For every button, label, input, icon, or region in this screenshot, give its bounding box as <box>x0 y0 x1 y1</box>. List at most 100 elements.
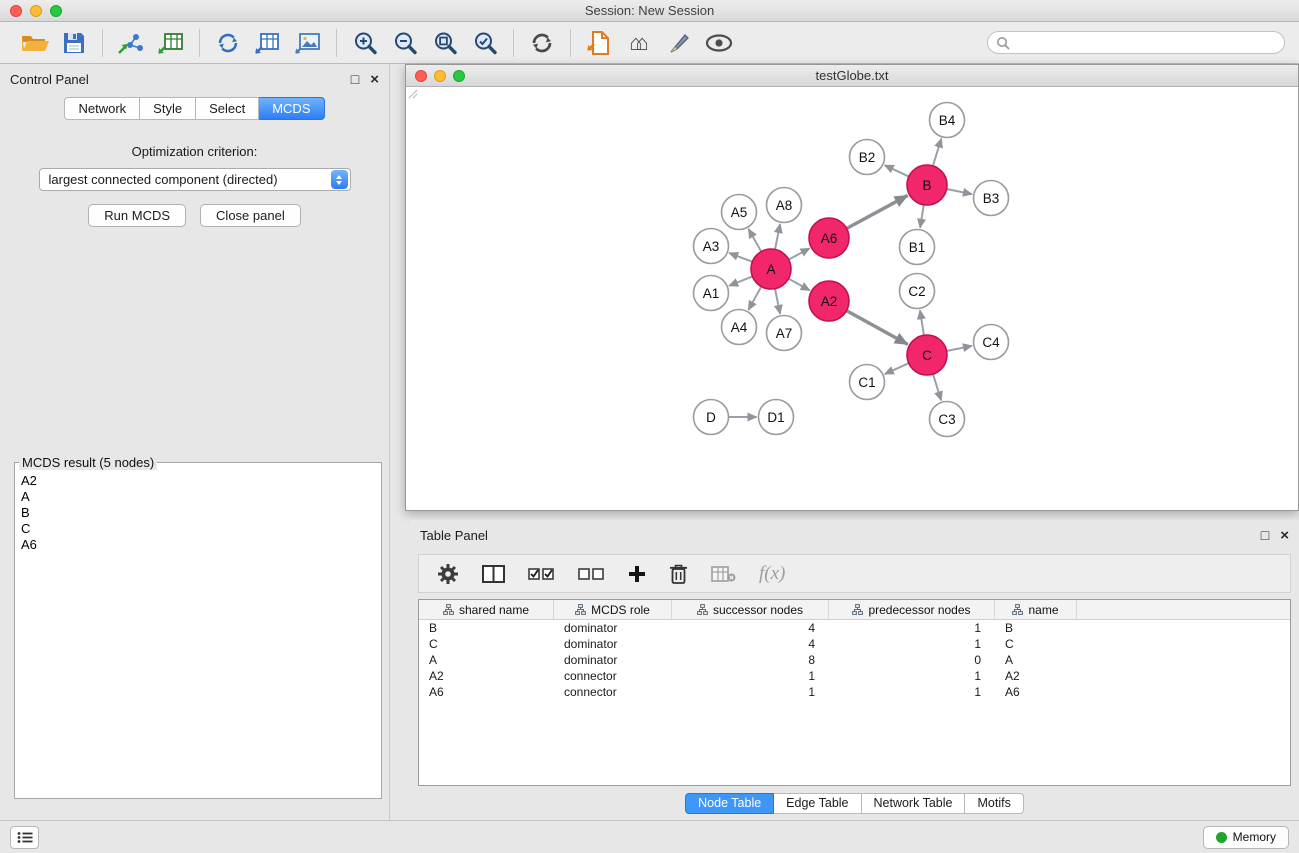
node-A3[interactable]: A3 <box>694 229 729 264</box>
node-A[interactable]: A <box>751 249 791 289</box>
zoom-selected-button[interactable] <box>465 26 505 60</box>
column-header-name[interactable]: name <box>995 600 1077 619</box>
node-C2[interactable]: C2 <box>900 274 935 309</box>
preview-button[interactable] <box>699 26 739 60</box>
export-image-button[interactable] <box>288 26 328 60</box>
node-A4[interactable]: A4 <box>722 310 757 345</box>
optimization-criterion-dropdown[interactable]: largest connected component (directed) <box>39 168 351 191</box>
zoom-fit-button[interactable] <box>425 26 465 60</box>
column-header-MCDS-role[interactable]: MCDS role <box>554 600 672 619</box>
edge-A-A2[interactable] <box>789 279 810 291</box>
edge-B-B4[interactable] <box>933 139 941 166</box>
save-session-button[interactable] <box>54 26 94 60</box>
tab-edge-table[interactable]: Edge Table <box>774 793 861 814</box>
node-B1[interactable]: B1 <box>900 230 935 265</box>
zoom-out-button[interactable] <box>385 26 425 60</box>
close-table-panel-icon[interactable]: × <box>1280 528 1289 543</box>
node-C3[interactable]: C3 <box>930 402 965 437</box>
tab-motifs[interactable]: Motifs <box>965 793 1023 814</box>
tab-node-table[interactable]: Node Table <box>685 793 774 814</box>
close-panel-button[interactable]: Close panel <box>200 204 301 227</box>
edge-B-B3[interactable] <box>947 189 972 194</box>
node-A5[interactable]: A5 <box>722 195 757 230</box>
minimize-window-button[interactable] <box>30 5 42 17</box>
run-mcds-button[interactable]: Run MCDS <box>88 204 186 227</box>
table-row[interactable]: Cdominator41C <box>419 636 1290 652</box>
table-row[interactable]: Adominator80A <box>419 652 1290 668</box>
open-session-button[interactable] <box>14 26 54 60</box>
zoom-window-button[interactable] <box>50 5 62 17</box>
node-B4[interactable]: B4 <box>930 103 965 138</box>
edge-A2-C[interactable] <box>847 311 908 345</box>
column-header-predecessor-nodes[interactable]: predecessor nodes <box>829 600 995 619</box>
edge-B-B1[interactable] <box>920 205 924 228</box>
export-table-button[interactable] <box>248 26 288 60</box>
network-close-button[interactable] <box>415 70 427 82</box>
node-A6[interactable]: A6 <box>809 218 849 258</box>
node-A2[interactable]: A2 <box>809 281 849 321</box>
node-B2[interactable]: B2 <box>850 140 885 175</box>
column-header-successor-nodes[interactable]: successor nodes <box>672 600 829 619</box>
show-columns-button[interactable] <box>482 564 505 584</box>
float-panel-icon[interactable]: □ <box>351 72 359 86</box>
node-B3[interactable]: B3 <box>974 181 1009 216</box>
search-field[interactable] <box>987 31 1285 54</box>
edge-A-A8[interactable] <box>775 224 780 249</box>
node-B[interactable]: B <box>907 165 947 205</box>
edge-B-B2[interactable] <box>885 165 909 176</box>
edge-A6-B[interactable] <box>847 195 908 228</box>
node-C1[interactable]: C1 <box>850 365 885 400</box>
network-canvas[interactable]: B4 B2 B B3 A5 A8A6 B1 A3 A C2 A1 A2 A4 A7 C4 C C1 C3 D D1 <box>406 87 1298 510</box>
show-panels-button[interactable]: ⌂⌂ <box>619 26 659 60</box>
node-A7[interactable]: A7 <box>767 316 802 351</box>
table-row[interactable]: A2connector11A2 <box>419 668 1290 684</box>
add-column-button[interactable] <box>628 565 646 583</box>
memory-button[interactable]: Memory <box>1203 826 1289 849</box>
table-settings-button[interactable] <box>437 563 459 585</box>
style-brush-button[interactable] <box>659 26 699 60</box>
resize-grip-icon[interactable] <box>406 87 418 99</box>
edge-C-C1[interactable] <box>885 363 909 374</box>
column-header-shared-name[interactable]: shared name <box>419 600 554 619</box>
network-minimize-button[interactable] <box>434 70 446 82</box>
import-table-button[interactable] <box>151 26 191 60</box>
tab-mcds[interactable]: MCDS <box>259 97 324 120</box>
edge-C-C2[interactable] <box>920 310 924 335</box>
node-D[interactable]: D <box>694 400 729 435</box>
close-window-button[interactable] <box>10 5 22 17</box>
node-C4[interactable]: C4 <box>974 325 1009 360</box>
delete-table-button[interactable] <box>711 565 736 583</box>
tab-network-table[interactable]: Network Table <box>862 793 966 814</box>
edge-A-A1[interactable] <box>729 276 752 285</box>
network-zoom-button[interactable] <box>453 70 465 82</box>
node-C[interactable]: C <box>907 335 947 375</box>
delete-column-button[interactable] <box>669 563 688 585</box>
zoom-in-button[interactable] <box>345 26 385 60</box>
tab-network[interactable]: Network <box>64 97 140 120</box>
table-row[interactable]: Bdominator41B <box>419 620 1290 636</box>
edge-A-A5[interactable] <box>749 229 762 252</box>
network-snapshot-button[interactable] <box>579 26 619 60</box>
task-history-button[interactable] <box>10 826 39 849</box>
edge-C-C4[interactable] <box>947 346 972 351</box>
apply-layout-button[interactable] <box>522 26 562 60</box>
search-input[interactable] <box>1015 35 1276 50</box>
edge-A-A3[interactable] <box>729 253 752 262</box>
tab-select[interactable]: Select <box>196 97 259 120</box>
tab-style[interactable]: Style <box>140 97 196 120</box>
node-D1[interactable]: D1 <box>759 400 794 435</box>
node-A1[interactable]: A1 <box>694 276 729 311</box>
deselect-all-rows-button[interactable] <box>578 565 605 583</box>
function-builder-button[interactable]: f(x) <box>759 563 785 585</box>
edge-C-C3[interactable] <box>933 374 941 400</box>
edge-A-A4[interactable] <box>748 287 761 310</box>
import-network-button[interactable] <box>111 26 151 60</box>
float-table-panel-icon[interactable]: □ <box>1261 528 1269 542</box>
close-panel-icon[interactable]: × <box>370 72 379 87</box>
export-network-button[interactable] <box>208 26 248 60</box>
table-row[interactable]: A6connector11A6 <box>419 684 1290 700</box>
node-A8[interactable]: A8 <box>767 188 802 223</box>
edge-A-A6[interactable] <box>789 248 810 259</box>
edge-A-A7[interactable] <box>775 289 780 314</box>
select-all-rows-button[interactable] <box>528 565 555 583</box>
